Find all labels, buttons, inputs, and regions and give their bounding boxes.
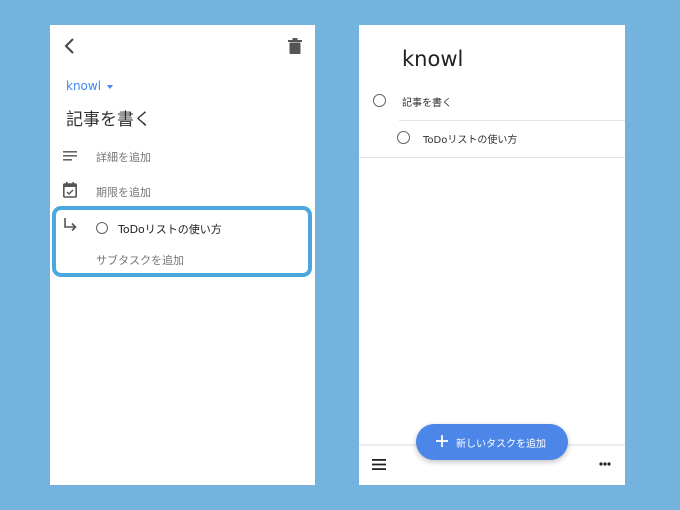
add-new-task-label: 新しいタスクを追加 [456, 439, 546, 450]
task-list-panel: knowl 記事を書く ToDoリストの使い方 新しいタスクを追加 [359, 25, 625, 485]
calendar-check-icon [63, 182, 77, 198]
subdirectory-arrow-icon [64, 218, 77, 232]
list-selector-label: knowl [66, 79, 102, 93]
task-title[interactable]: 記事を書く [66, 105, 151, 130]
notes-lines-icon [63, 151, 77, 161]
task-detail-panel: knowl 記事を書く 詳細を追加 期限を追加 ToDoリストの使い方 サブタス… [50, 25, 315, 485]
hamburger-menu-icon[interactable] [372, 459, 386, 470]
add-details-field[interactable]: 詳細を追加 [96, 149, 151, 165]
caret-down-icon [107, 84, 114, 89]
subtask-checkbox[interactable] [96, 222, 108, 234]
subtask-checkbox[interactable] [397, 131, 410, 144]
plus-icon [436, 435, 448, 447]
add-new-task-button[interactable]: 新しいタスクを追加 [416, 424, 568, 460]
divider [359, 157, 625, 158]
add-due-date-field[interactable]: 期限を追加 [96, 184, 151, 200]
chevron-left-icon[interactable] [62, 37, 78, 55]
subtask-item-title[interactable]: ToDoリストの使い方 [423, 131, 517, 146]
subtask-title[interactable]: ToDoリストの使い方 [118, 221, 222, 237]
more-horizontal-icon[interactable] [599, 462, 611, 466]
task-item-title[interactable]: 記事を書く [402, 94, 452, 109]
trash-icon[interactable] [288, 38, 302, 54]
list-selector-dropdown[interactable]: knowl [66, 79, 114, 93]
task-checkbox[interactable] [373, 94, 386, 107]
list-title: knowl [402, 47, 464, 71]
add-subtask-field[interactable]: サブタスクを追加 [96, 252, 184, 268]
divider [399, 120, 625, 121]
